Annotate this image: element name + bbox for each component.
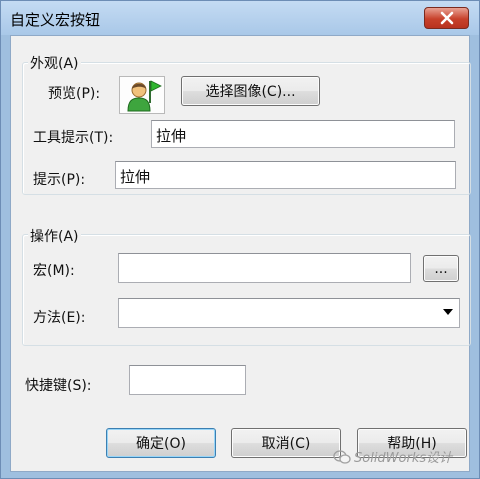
watermark: SolidWorks设计 bbox=[333, 447, 452, 466]
close-icon bbox=[440, 11, 453, 25]
browse-macro-button[interactable]: ... bbox=[423, 255, 459, 282]
close-button[interactable] bbox=[424, 7, 469, 29]
chevron-down-icon[interactable] bbox=[443, 309, 453, 315]
preview-image bbox=[119, 76, 165, 114]
prompt-label: 提示(P): bbox=[33, 172, 86, 188]
macro-field[interactable] bbox=[118, 253, 411, 283]
watermark-text: SolidWorks设计 bbox=[354, 451, 453, 466]
dialog-client-area: 外观(A) 预览(P): 选择图像(C)... 工具提示(T): 拉伸 提示(P… bbox=[10, 35, 471, 472]
preview-label: 预览(P): bbox=[48, 86, 101, 102]
macro-label: 宏(M): bbox=[33, 263, 75, 279]
method-select[interactable] bbox=[118, 298, 460, 328]
appearance-group-label: 外观(A) bbox=[28, 53, 81, 73]
cancel-button[interactable]: 取消(C) bbox=[231, 428, 341, 458]
tooltip-field[interactable]: 拉伸 bbox=[151, 120, 455, 148]
action-group bbox=[22, 234, 471, 346]
title-bar[interactable]: 自定义宏按钮 bbox=[1, 1, 479, 35]
ok-button[interactable]: 确定(O) bbox=[106, 428, 216, 458]
shortcut-label: 快捷键(S): bbox=[25, 378, 92, 394]
user-with-green-flag-icon bbox=[127, 80, 162, 112]
method-label: 方法(E): bbox=[33, 310, 86, 326]
action-group-label: 操作(A) bbox=[28, 226, 81, 246]
shortcut-field[interactable] bbox=[129, 365, 246, 395]
window-title: 自定义宏按钮 bbox=[10, 11, 101, 29]
prompt-field[interactable]: 拉伸 bbox=[115, 161, 456, 189]
chat-bubble-icon bbox=[333, 449, 351, 464]
choose-image-button[interactable]: 选择图像(C)... bbox=[181, 76, 320, 106]
dialog-window: 自定义宏按钮 外观(A) 预览(P): 选择图像(C)... 工具提示(T): … bbox=[0, 0, 480, 479]
tooltip-label: 工具提示(T): bbox=[33, 130, 114, 146]
